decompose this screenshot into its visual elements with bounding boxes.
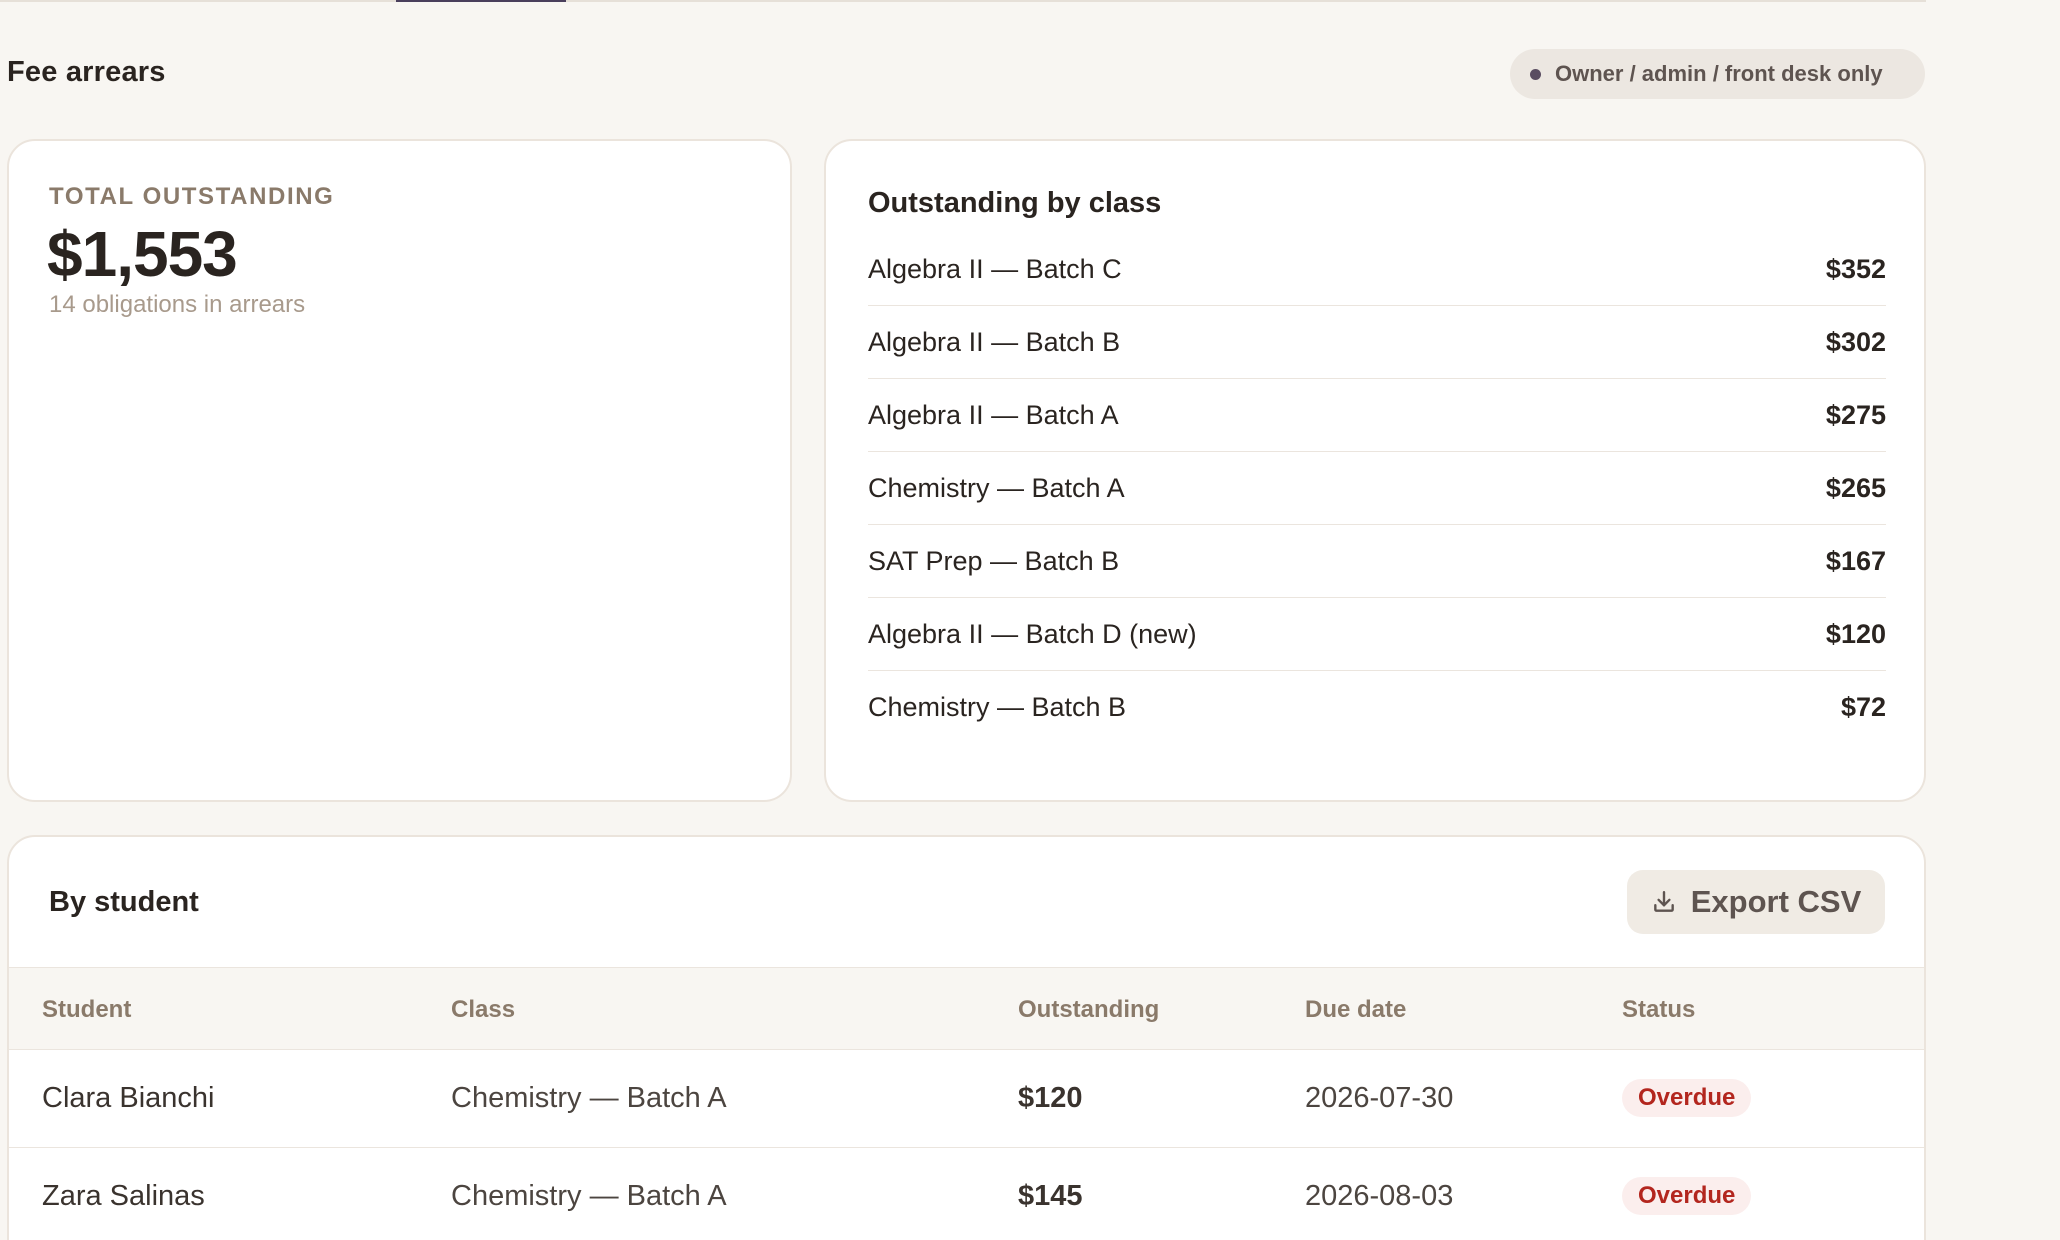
class-name: Algebra II — Batch A bbox=[868, 399, 1119, 430]
class-row: Algebra II — Batch C $352 bbox=[868, 233, 1886, 306]
class-name: Chemistry — Batch B bbox=[868, 692, 1127, 722]
dot-icon bbox=[1530, 68, 1541, 80]
by-student-heading: By student bbox=[49, 886, 199, 918]
total-outstanding-label: TOTAL OUTSTANDING bbox=[49, 183, 335, 210]
fee-arrears-page: Fee arrears Owner / admin / front desk o… bbox=[0, 0, 2060, 1240]
class-name: Chemistry — Batch A bbox=[868, 472, 1125, 503]
total-outstanding-card: TOTAL OUTSTANDING $1,553 14 obligations … bbox=[7, 139, 792, 802]
class-row: Chemistry — Batch B $72 bbox=[868, 671, 1886, 744]
student-name: Zara Salinas bbox=[42, 1180, 205, 1212]
column-header-status[interactable]: Status bbox=[1622, 996, 1695, 1024]
class-name: Algebra II — Batch B bbox=[868, 326, 1121, 357]
column-header-outstanding[interactable]: Outstanding bbox=[1018, 996, 1159, 1024]
class-amount: $72 bbox=[1840, 692, 1886, 722]
class-amount: $120 bbox=[1825, 618, 1886, 649]
page-title: Fee arrears bbox=[7, 56, 166, 88]
class-row: SAT Prep — Batch B $167 bbox=[868, 525, 1886, 598]
outstanding-by-class-heading: Outstanding by class bbox=[868, 187, 1162, 219]
class-amount: $275 bbox=[1825, 399, 1886, 430]
active-tab-indicator bbox=[396, 0, 566, 2]
student-outstanding: $120 bbox=[1018, 1082, 1083, 1114]
access-badge-label: Owner / admin / front desk only bbox=[1555, 61, 1883, 86]
class-name: SAT Prep — Batch B bbox=[868, 545, 1120, 576]
class-amount: $167 bbox=[1825, 545, 1886, 576]
class-row: Algebra II — Batch A $275 bbox=[868, 379, 1886, 452]
student-class: Chemistry — Batch A bbox=[451, 1082, 727, 1114]
student-outstanding: $145 bbox=[1018, 1180, 1083, 1212]
class-list: Algebra II — Batch C $352 Algebra II — B… bbox=[868, 233, 1886, 744]
status-badge: Overdue bbox=[1622, 1079, 1752, 1117]
student-class: Chemistry — Batch A bbox=[451, 1180, 727, 1212]
status-badge: Overdue bbox=[1622, 1177, 1752, 1215]
table-row[interactable]: Clara Bianchi Chemistry — Batch A $120 2… bbox=[9, 1050, 1924, 1148]
access-badge: Owner / admin / front desk only bbox=[1510, 49, 1925, 99]
student-due-date: 2026-08-03 bbox=[1305, 1180, 1454, 1212]
class-amount: $352 bbox=[1825, 253, 1886, 284]
download-icon bbox=[1653, 891, 1674, 912]
class-row: Algebra II — Batch B $302 bbox=[868, 306, 1886, 379]
class-row: Chemistry — Batch A $265 bbox=[868, 452, 1886, 525]
class-name: Algebra II — Batch C bbox=[868, 253, 1122, 284]
class-amount: $265 bbox=[1825, 472, 1886, 503]
class-amount: $302 bbox=[1825, 326, 1886, 357]
column-header-class[interactable]: Class bbox=[451, 996, 515, 1024]
student-due-date: 2026-07-30 bbox=[1305, 1082, 1454, 1114]
column-header-student[interactable]: Student bbox=[42, 996, 131, 1024]
column-header-due-date[interactable]: Due date bbox=[1305, 996, 1406, 1024]
export-csv-label: Export CSV bbox=[1690, 884, 1862, 919]
class-row: Algebra II — Batch D (new) $120 bbox=[868, 598, 1886, 671]
class-name: Algebra II — Batch D (new) bbox=[868, 618, 1197, 649]
total-outstanding-value: $1,553 bbox=[47, 218, 238, 290]
table-row[interactable]: Zara Salinas Chemistry — Batch A $145 20… bbox=[9, 1148, 1924, 1240]
table-header: Student Class Outstanding Due date Statu… bbox=[9, 967, 1924, 1050]
by-student-card: By student Export CSV Student Class Outs… bbox=[7, 835, 1926, 1240]
tab-bar-divider bbox=[0, 0, 1926, 2]
outstanding-by-class-card: Outstanding by class Algebra II — Batch … bbox=[824, 139, 1926, 802]
export-csv-button[interactable]: Export CSV bbox=[1627, 870, 1885, 934]
obligations-count: 14 obligations in arrears bbox=[49, 291, 306, 318]
student-name: Clara Bianchi bbox=[42, 1082, 215, 1114]
